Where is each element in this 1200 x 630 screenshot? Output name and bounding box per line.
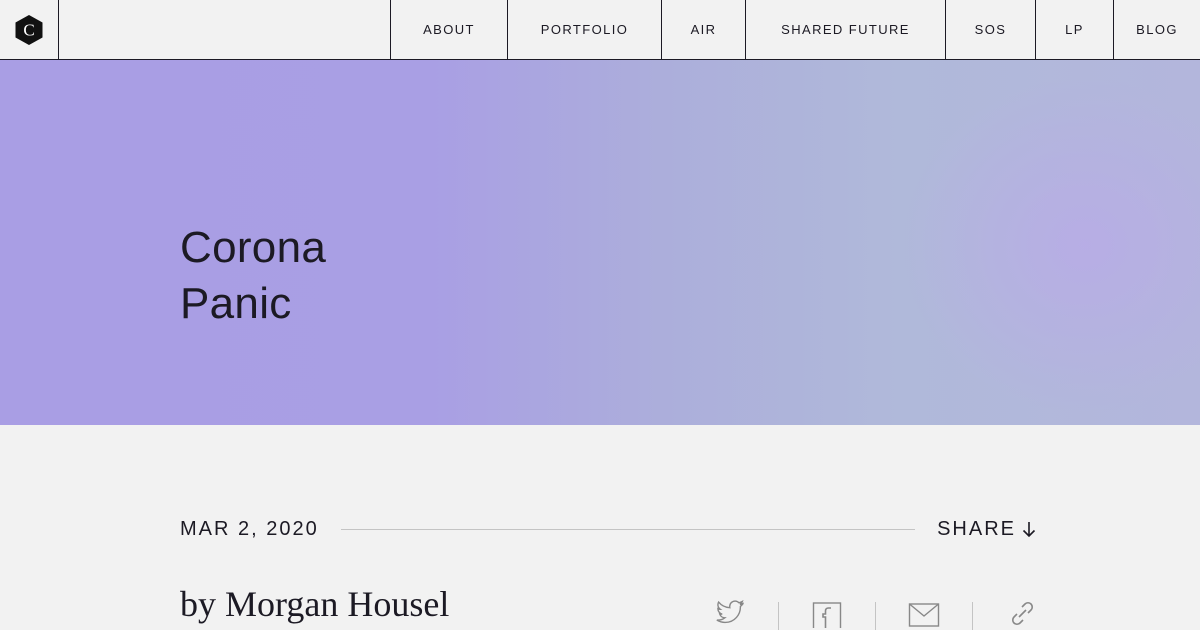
share-twitter-button[interactable] [700,598,760,630]
hero-banner: Corona Panic [0,60,1200,425]
link-icon [1011,601,1034,626]
email-icon [908,603,940,627]
facebook-icon [812,602,842,628]
share-separator [778,602,779,630]
twitter-icon [716,599,744,624]
page-title-line-1: Corona [180,223,327,272]
nav-item-portfolio[interactable]: PORTFOLIO [507,0,661,59]
hexagon-c-logo-icon: C [15,14,43,45]
nav-item-sos[interactable]: SOS [945,0,1035,59]
top-nav: C ABOUT PORTFOLIO AIR SHARED FUTURE SOS … [0,0,1200,60]
logo-link[interactable]: C [0,0,59,59]
share-separator [875,602,876,630]
nav-item-about[interactable]: ABOUT [390,0,507,59]
nav-item-air[interactable]: AIR [661,0,745,59]
main-nav: ABOUT PORTFOLIO AIR SHARED FUTURE SOS LP… [390,0,1200,59]
share-toggle-button[interactable]: SHARE [937,518,1036,541]
publish-date: MAR 2, 2020 [180,517,319,540]
divider [340,528,916,530]
logo-letter: C [23,20,34,39]
page-title-line-2: Panic [180,279,292,328]
nav-item-lp[interactable]: LP [1035,0,1113,59]
share-facebook-button[interactable] [797,598,857,630]
author-byline: by Morgan Housel [180,584,450,624]
nav-item-blog[interactable]: BLOG [1113,0,1200,59]
copy-link-button[interactable] [991,598,1051,630]
article-meta: MAR 2, 2020 SHARE [180,515,1036,543]
share-label: SHARE [937,517,1016,540]
share-icons [700,598,1051,630]
arrow-down-icon [1022,522,1036,538]
share-email-button[interactable] [894,598,954,630]
nav-item-shared-future[interactable]: SHARED FUTURE [745,0,945,59]
page-title: Corona Panic [180,220,326,332]
share-separator [972,602,973,630]
